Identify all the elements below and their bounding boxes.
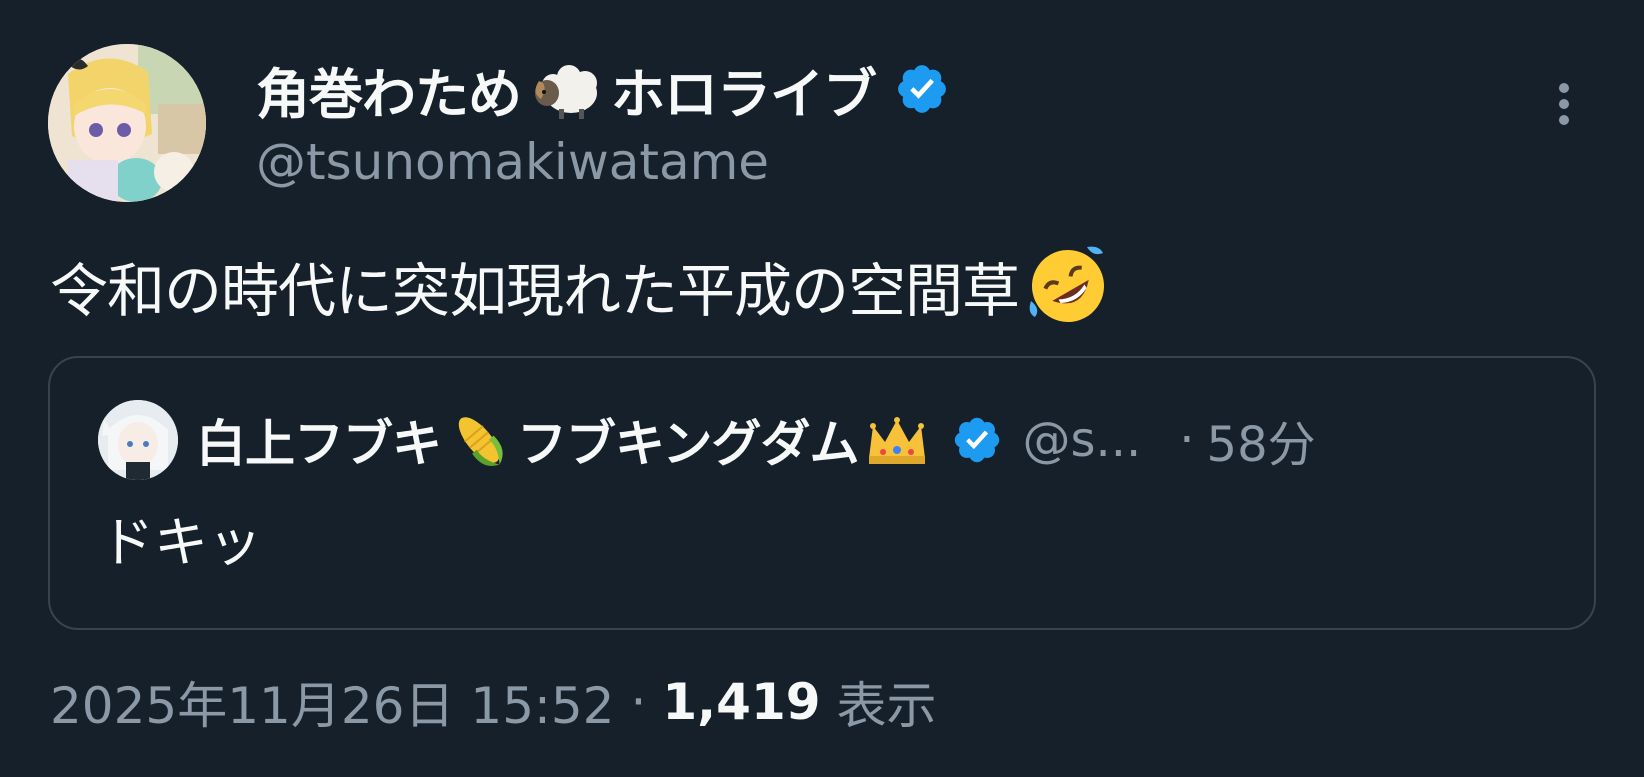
quoted-time-separator: · bbox=[1179, 412, 1195, 468]
rolling-on-floor-laughing-emoji bbox=[1029, 246, 1105, 322]
quoted-avatar-image bbox=[98, 400, 178, 480]
tweet-text: 令和の時代に突如現れた平成の空間草 bbox=[50, 236, 1111, 336]
verified-badge-icon bbox=[954, 417, 999, 463]
view-label: 表示 bbox=[836, 677, 937, 735]
view-count: 1,419 bbox=[662, 673, 821, 731]
quoted-author-handle: @s... bbox=[1022, 412, 1142, 468]
quoted-tweet-card[interactable]: 白上フブキ フブキングダム @s... · 58分 ドキッ bbox=[48, 356, 1596, 630]
sheep-emoji bbox=[535, 65, 597, 119]
more-vertical-icon bbox=[1559, 83, 1569, 125]
more-options-button[interactable] bbox=[1548, 80, 1580, 140]
quoted-tweet-header: 白上フブキ フブキングダム @s... · 58分 bbox=[98, 400, 1316, 480]
avatar-image bbox=[48, 44, 206, 202]
tweet-text-body: 令和の時代に突如現れた平成の空間草 bbox=[50, 257, 1020, 325]
author-name-row[interactable]: 角巻わため ホロライブ bbox=[256, 48, 950, 130]
quoted-tweet-time[interactable]: 58分 bbox=[1207, 405, 1316, 475]
tweet-meta: 2025年11月26日 15:52 · 1,419 表示 bbox=[50, 662, 937, 742]
author-display-name[interactable]: 角巻わため bbox=[256, 50, 522, 129]
quoted-tweet-text: ドキッ bbox=[100, 511, 262, 574]
verified-badge-icon bbox=[898, 65, 946, 113]
crown-emoji bbox=[868, 417, 925, 464]
author-display-name-suffix[interactable]: ホロライブ bbox=[611, 50, 877, 129]
quoted-author-name-part1: 白上フブキ bbox=[196, 415, 442, 473]
author-handle[interactable]: @tsunomakiwatame bbox=[256, 133, 769, 191]
quoted-author-name-part2: フブキングダム bbox=[517, 415, 859, 473]
tweet-detail: 角巻わため ホロライブ @tsunomakiwatame 令和の時代に突如現れた… bbox=[0, 0, 1644, 777]
quoted-author-avatar[interactable] bbox=[98, 400, 178, 480]
meta-separator: · bbox=[630, 673, 647, 731]
corn-emoji bbox=[458, 417, 503, 466]
author-avatar[interactable] bbox=[48, 44, 206, 202]
tweet-timestamp[interactable]: 2025年11月26日 15:52 bbox=[50, 666, 614, 738]
